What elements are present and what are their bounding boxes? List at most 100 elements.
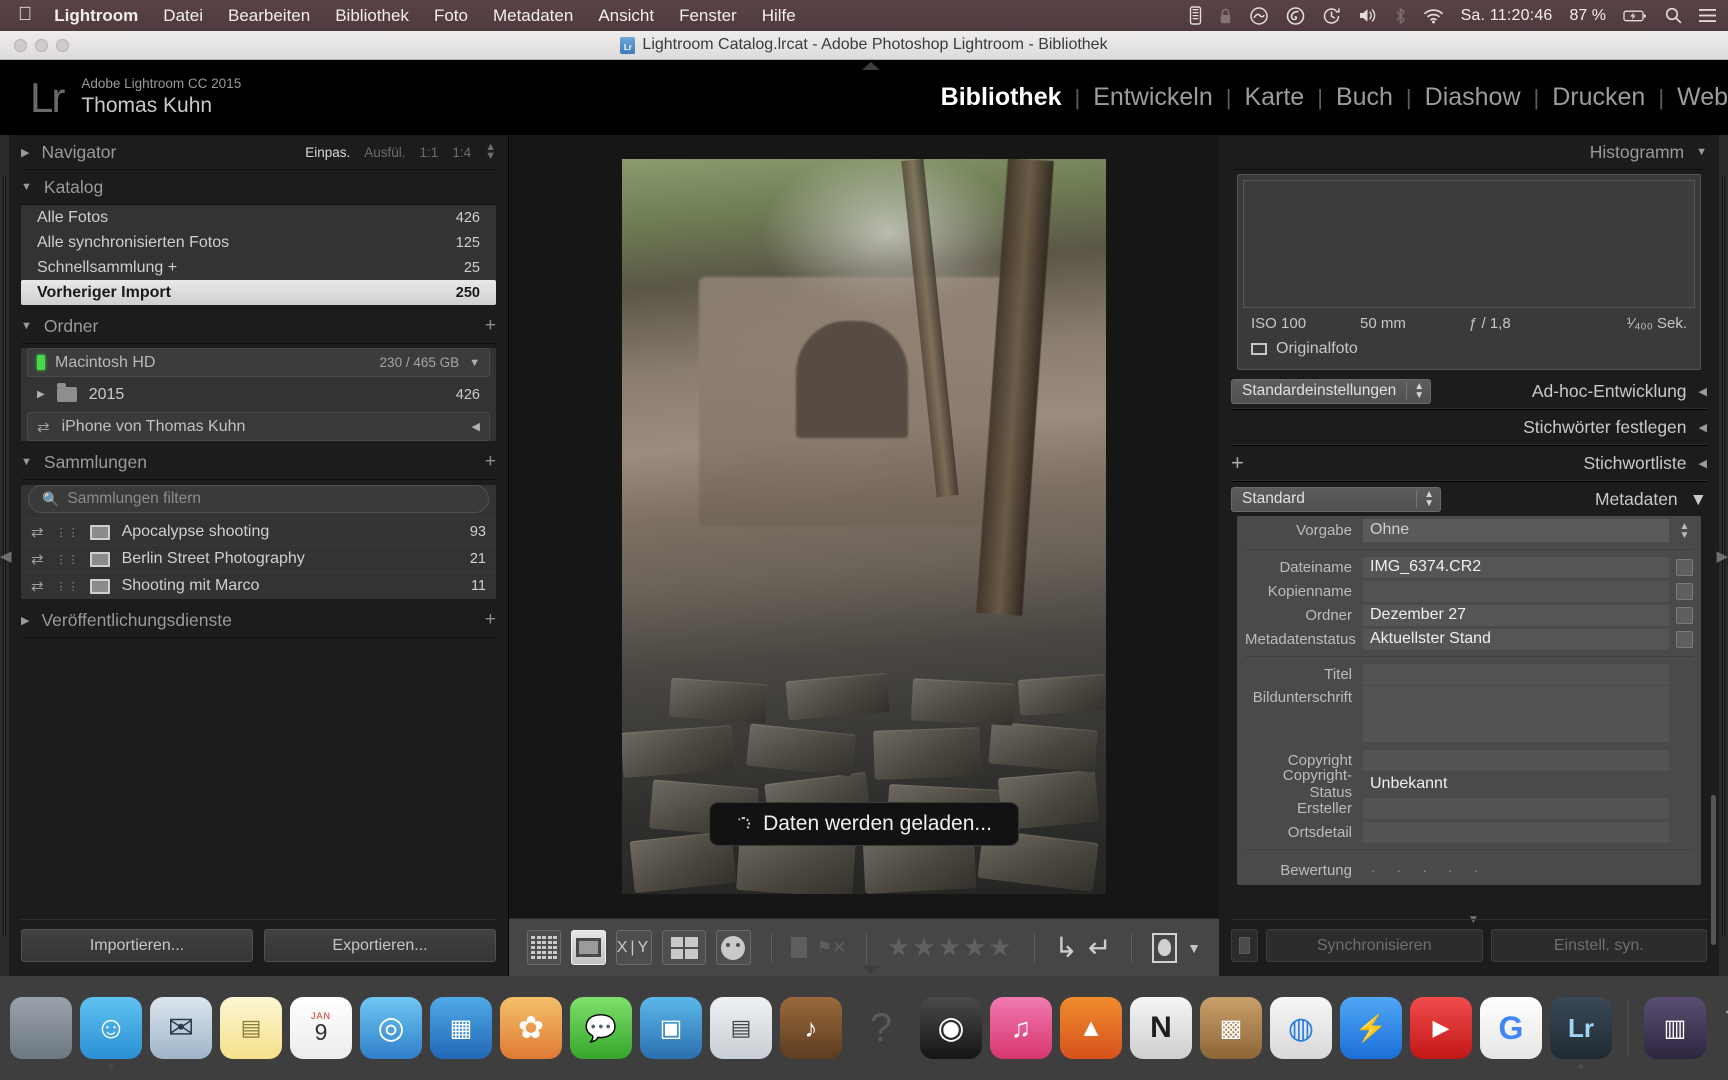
collection-drag-handle-icon[interactable]: ⋮⋮ bbox=[56, 526, 80, 539]
presentation-icon[interactable]: ▣ bbox=[640, 997, 702, 1059]
collection-row-apocalypse-shooting[interactable]: ⇄ ⋮⋮ Apocalypse shooting 93 bbox=[21, 518, 496, 545]
menu-item-fenster[interactable]: Fenster bbox=[679, 6, 737, 26]
disclosure-triangle-icon[interactable]: ▼ bbox=[21, 181, 32, 193]
go-to-folder-icon[interactable] bbox=[1676, 606, 1693, 624]
bottom-panel-toggle-icon[interactable] bbox=[862, 966, 880, 974]
metadata-value[interactable] bbox=[1363, 686, 1669, 742]
menu-item-hilfe[interactable]: Hilfe bbox=[762, 6, 796, 26]
folder-row-2015[interactable]: ▶ 2015 426 bbox=[21, 381, 496, 408]
crop-overlay-icon[interactable] bbox=[1152, 932, 1178, 963]
photos-icon[interactable]: ✿ bbox=[500, 997, 562, 1059]
panel-header-katalog[interactable]: ▼ Katalog bbox=[21, 170, 496, 205]
panel-header-metadaten[interactable]: Standard ▲ ▼ Metadaten ▼ bbox=[1231, 482, 1707, 516]
panel-header-sammlungen[interactable]: ▼ Sammlungen + bbox=[21, 445, 496, 480]
histogram-graph[interactable] bbox=[1243, 180, 1695, 308]
minimize-window-button[interactable] bbox=[35, 39, 48, 52]
volume-macintosh-hd[interactable]: Macintosh HD 230 / 465 GB ▼ bbox=[27, 348, 490, 377]
menubar-battery-percent[interactable]: 87 % bbox=[1570, 7, 1606, 25]
menu-item-bearbeiten[interactable]: Bearbeiten bbox=[228, 6, 310, 26]
quick-develop-preset-select[interactable]: Standardeinstellungen ▲ ▼ bbox=[1231, 378, 1432, 404]
apple-menu-icon[interactable]:  bbox=[18, 5, 32, 24]
device-iphone-row[interactable]: ⇄ iPhone von Thomas Kuhn ◀ bbox=[27, 412, 490, 441]
export-button[interactable]: Exportieren... bbox=[264, 929, 496, 962]
menu-item-metadaten[interactable]: Metadaten bbox=[493, 6, 573, 26]
battery-indicator-icon[interactable] bbox=[1189, 6, 1202, 25]
folder-disclosure-icon[interactable]: ▶ bbox=[37, 389, 45, 400]
downloads-stack-icon[interactable]: ▥ bbox=[1644, 997, 1706, 1059]
stepper-icon[interactable]: ▲ ▼ bbox=[1416, 490, 1434, 509]
itunes-icon[interactable]: ♫ bbox=[990, 997, 1052, 1059]
menubar-clock[interactable]: Sa. 11:20:46 bbox=[1461, 7, 1553, 25]
rating-star-3[interactable]: · bbox=[1422, 862, 1427, 878]
module-diashow[interactable]: Diashow bbox=[1425, 83, 1521, 112]
zoom-ausfuellen[interactable]: Ausfül. bbox=[364, 145, 405, 160]
utilities-folder-icon[interactable]: ▩ bbox=[1200, 997, 1262, 1059]
sync-arrows-icon[interactable]: ⇄ bbox=[31, 523, 44, 541]
metadata-value[interactable]: Aktuellster Stand bbox=[1363, 628, 1669, 650]
right-panel-scrollbar[interactable] bbox=[1711, 795, 1716, 945]
zoom-1-4[interactable]: 1:4 bbox=[452, 145, 471, 160]
panel-header-veroeffentlichungsdienste[interactable]: ▶ Veröffentlichungsdienste + bbox=[21, 603, 496, 638]
toolbar-caret-icon[interactable]: ▼ bbox=[1187, 940, 1201, 956]
chrome-icon[interactable]: ◍ bbox=[1270, 997, 1332, 1059]
calendar-icon[interactable]: JAN 9 bbox=[290, 997, 352, 1059]
menu-item-foto[interactable]: Foto bbox=[434, 6, 468, 26]
vlc-icon[interactable]: ▲ bbox=[1060, 997, 1122, 1059]
bluetooth-icon[interactable] bbox=[1395, 7, 1406, 25]
panel-header-histogramm[interactable]: Histogramm ▼ bbox=[1231, 135, 1707, 170]
synchronize-button[interactable]: Synchronisieren bbox=[1266, 929, 1483, 962]
disclosure-triangle-icon[interactable]: ◀ bbox=[1699, 385, 1707, 398]
zoom-stepper-icon[interactable]: ▲ ▼ bbox=[485, 141, 496, 161]
metadata-status-icon[interactable] bbox=[1676, 630, 1693, 648]
metadata-row-metadatenstatus[interactable]: Metadatenstatus Aktuellster Stand bbox=[1237, 627, 1701, 651]
add-collection-icon[interactable]: + bbox=[485, 451, 496, 473]
go-to-copy-icon[interactable] bbox=[1676, 582, 1693, 600]
original-photo-toggle[interactable]: Originalfoto bbox=[1243, 336, 1695, 364]
loupe-view-icon[interactable] bbox=[571, 930, 606, 965]
metadata-value[interactable] bbox=[1363, 797, 1669, 819]
google-icon[interactable]: G bbox=[1480, 997, 1542, 1059]
device-expand-icon[interactable]: ◀ bbox=[472, 420, 480, 433]
disclosure-triangle-icon[interactable]: ▼ bbox=[21, 456, 32, 468]
zoom-window-button[interactable] bbox=[56, 39, 69, 52]
trash-icon[interactable] bbox=[1714, 997, 1728, 1059]
rating-star-1[interactable]: · bbox=[1371, 862, 1376, 878]
add-publish-service-icon[interactable]: + bbox=[485, 609, 496, 631]
panel-header-stichwortliste[interactable]: + Stichwortliste ◀ bbox=[1231, 446, 1707, 480]
loupe-image-stage[interactable]: Daten werden geladen... bbox=[509, 135, 1219, 918]
collection-row-shooting-mit-marco[interactable]: ⇄ ⋮⋮ Shooting mit Marco 11 bbox=[21, 572, 496, 599]
metadata-row-ordner[interactable]: Ordner Dezember 27 bbox=[1237, 603, 1701, 627]
metadata-row-copyright-status[interactable]: Copyright-Status Unbekannt bbox=[1237, 767, 1701, 801]
metadata-value[interactable] bbox=[1363, 821, 1669, 843]
wifi-icon[interactable] bbox=[1423, 8, 1444, 24]
spotlight-search-icon[interactable] bbox=[1665, 7, 1682, 24]
catalog-item-vorheriger-import[interactable]: Vorheriger Import 250 bbox=[21, 280, 496, 305]
people-view-icon[interactable] bbox=[716, 930, 751, 965]
messages-icon[interactable]: 💬 bbox=[570, 997, 632, 1059]
finder-window-icon[interactable] bbox=[10, 997, 72, 1059]
module-karte[interactable]: Karte bbox=[1244, 83, 1304, 112]
metadata-row-ersteller[interactable]: Ersteller bbox=[1237, 796, 1701, 820]
rotate-right-icon[interactable]: ↵ bbox=[1088, 931, 1111, 964]
metadata-value[interactable]: IMG_6374.CR2 bbox=[1363, 556, 1669, 578]
survey-view-icon[interactable] bbox=[662, 930, 707, 965]
rating-star-placeholders[interactable]: · · · · · bbox=[1363, 862, 1478, 878]
identity-plate[interactable]: Lr Adobe Lightroom CC 2015 Thomas Kuhn bbox=[0, 76, 241, 119]
finder-icon[interactable]: ☺ bbox=[80, 997, 142, 1069]
lightroom-dock-icon[interactable]: Lr bbox=[1550, 997, 1612, 1069]
metadata-row-bildunterschrift[interactable]: Bildunterschrift bbox=[1237, 686, 1701, 748]
rotate-left-icon[interactable]: ↳ bbox=[1054, 931, 1077, 964]
metadata-row-bewertung[interactable]: Bewertung · · · · · bbox=[1237, 855, 1701, 885]
zoom-einpassen[interactable]: Einpas. bbox=[305, 145, 350, 160]
menu-item-ansicht[interactable]: Ansicht bbox=[598, 6, 654, 26]
catalog-item-alle-synchronisierten-fotos[interactable]: Alle synchronisierten Fotos 125 bbox=[21, 230, 496, 255]
collection-drag-handle-icon[interactable]: ⋮⋮ bbox=[56, 580, 80, 593]
menu-item-datei[interactable]: Datei bbox=[163, 6, 203, 26]
adobe-app-icon[interactable] bbox=[1286, 6, 1305, 25]
keynote-icon[interactable]: ▦ bbox=[430, 997, 492, 1059]
metadata-preset-select[interactable]: Standard ▲ ▼ bbox=[1231, 486, 1441, 512]
time-machine-icon[interactable] bbox=[1322, 7, 1341, 25]
panel-header-ordner[interactable]: ▼ Ordner + bbox=[21, 309, 496, 344]
photo-preview[interactable]: Daten werden geladen... bbox=[622, 159, 1106, 894]
menu-item-bibliothek[interactable]: Bibliothek bbox=[335, 6, 409, 26]
